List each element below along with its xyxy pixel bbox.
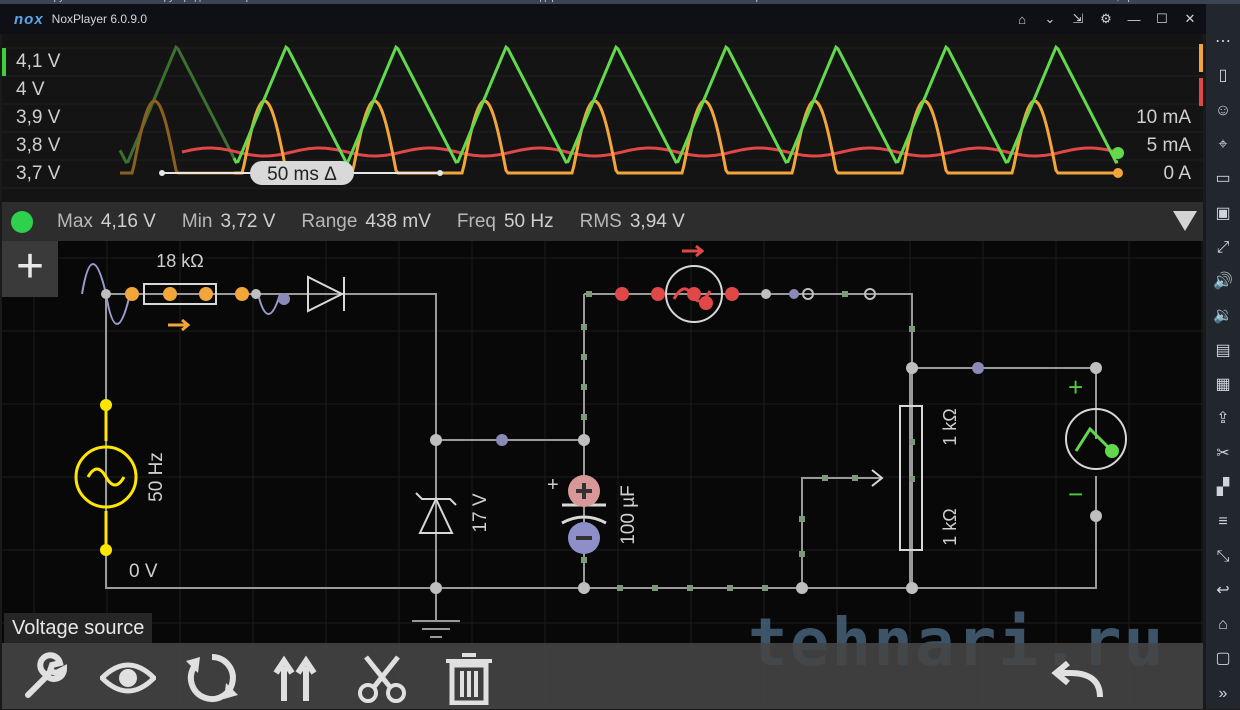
home-icon[interactable]: ⌂ <box>1014 12 1030 27</box>
pot-bottom-label: 1 kΩ <box>940 508 960 545</box>
capacitor-plus-label: + <box>547 474 559 496</box>
node-waveform <box>257 293 281 315</box>
multi-window-icon[interactable]: ▞ <box>1211 476 1235 500</box>
undo-icon[interactable] <box>1050 651 1106 705</box>
voltage-axis-label: 3,7 V <box>16 163 61 184</box>
capacitor-100uf[interactable]: + 100 µF <box>547 474 639 554</box>
browser-tab[interactable]: вность - шорум <box>0 0 71 3</box>
expand-icon[interactable]: » <box>1211 682 1235 706</box>
fullscreen-icon[interactable]: ⤢ <box>1211 236 1235 260</box>
screen-record-icon[interactable]: ▦ <box>1211 373 1235 397</box>
browser-tab[interactable]: О ЭЗУ описание, пр... <box>1040 0 1141 3</box>
source-ground-label: 0 V <box>129 561 158 582</box>
resistor-18k[interactable]: 18 kΩ <box>125 251 249 332</box>
toolbox-icon[interactable]: ▤ <box>1211 339 1235 363</box>
potentiometer[interactable]: 1 kΩ 1 kΩ <box>871 405 960 551</box>
chevron-down-icon[interactable]: ⌄ <box>1042 11 1058 27</box>
oscilloscope-panel[interactable]: 50 ms Δ 4,1 V 4 V 3,9 V 3,8 V 3,7 V 10 m… <box>2 34 1203 202</box>
current-axis-label: 5 mA <box>1146 135 1191 156</box>
menu-icon[interactable]: ≡ <box>1211 510 1235 534</box>
scissors-icon[interactable]: ✂ <box>1211 442 1235 466</box>
cut-icon[interactable] <box>354 651 410 705</box>
wires <box>105 293 1097 621</box>
rotate-icon[interactable] <box>184 651 240 705</box>
voltage-axis-label: 4,1 V <box>16 51 61 72</box>
close-icon[interactable]: ✕ <box>1182 11 1198 27</box>
minimize-icon[interactable]: — <box>1126 12 1142 27</box>
resistor-label: 18 kΩ <box>156 251 203 271</box>
current-trace-end-dot <box>1113 168 1123 178</box>
window-title: NoxPlayer 6.0.9.0 <box>51 12 148 26</box>
apk-icon[interactable]: ▣ <box>1211 202 1235 226</box>
recent-icon[interactable]: ▢ <box>1211 647 1235 671</box>
browser-tab[interactable]: Активные темы <box>330 0 402 3</box>
stat-freq: Freq 50 Hz <box>456 210 554 232</box>
voltage-trace <box>232 44 1119 164</box>
maximize-icon[interactable]: ☐ <box>1154 11 1170 27</box>
wrench-icon[interactable] <box>18 651 74 705</box>
phone-icon[interactable]: ▯ <box>1211 64 1235 88</box>
keyboard-icon[interactable]: ▭ <box>1211 167 1235 191</box>
stat-max: Max 4,16 V <box>57 210 156 232</box>
current-direction-arrow <box>168 318 191 332</box>
volume-up-icon[interactable]: 🔊 <box>1211 270 1235 294</box>
timebase-start-dot <box>159 170 165 176</box>
scope-stats-bar: Max 4,16 V Min 3,72 V Range 438 mV Freq 50 H… <box>2 202 1203 241</box>
current-channel-marker <box>1199 44 1203 72</box>
apk-install-icon[interactable]: ⇪ <box>1211 407 1235 431</box>
home-icon[interactable]: ⌂ <box>1211 613 1235 637</box>
voltage-source[interactable]: 50 Hz 0 V <box>74 399 167 582</box>
more-icon[interactable]: ⋯ <box>1211 30 1235 54</box>
current-flow-dots <box>581 291 915 591</box>
meter-plus-label: + <box>1068 372 1083 402</box>
collapse-scope-icon[interactable] <box>1173 211 1197 231</box>
browser-tab[interactable]: доработка обычного з... <box>540 0 651 3</box>
robot-icon[interactable]: ☺ <box>1211 99 1235 123</box>
voltage-axis-label: 3,9 V <box>16 107 61 128</box>
voltage-trace-end-dot <box>1112 147 1124 159</box>
zener-voltage-label: 17 V <box>470 493 491 532</box>
diode[interactable] <box>292 275 346 313</box>
probe-status-dot[interactable] <box>11 210 33 233</box>
location-icon[interactable]: ⌖ <box>1211 133 1235 157</box>
stat-rms: RMS 3,94 V <box>579 210 685 232</box>
meter-minus-label: − <box>1068 479 1083 509</box>
stat-range: Range 438 mV <box>301 210 431 232</box>
add-component-button[interactable]: + <box>2 241 58 297</box>
voltage-channel-marker <box>2 48 6 76</box>
browser-tab[interactable]: шорум радиокот › вар <box>150 0 251 3</box>
current-probe[interactable] <box>615 244 739 323</box>
shake-icon[interactable]: ⤡ <box>1211 545 1235 569</box>
voltage-axis-label: 3,8 V <box>16 135 61 156</box>
ripple-trace <box>181 146 1119 158</box>
source-frequency-label: 50 Hz <box>146 452 167 502</box>
gear-icon[interactable]: ⚙ <box>1098 11 1114 27</box>
emulator-sidebar: ⋯ ▯ ☺ ⌖ ▭ ▣ ⤢ 🔊 🔉 ▤ ▦ ⇪ ✂ ▞ ≡ ⤡ ↩ ⌂ ▢ » <box>1206 4 1240 709</box>
back-icon[interactable]: ↩ <box>1211 579 1235 603</box>
timebase-end-dot <box>437 170 443 176</box>
volume-down-icon[interactable]: 🔉 <box>1211 304 1235 328</box>
component-toolbar <box>2 643 1203 709</box>
eye-icon[interactable] <box>98 651 158 705</box>
current-axis-label: 0 A <box>1163 163 1191 184</box>
scope-graph: 50 ms Δ <box>2 44 1203 189</box>
timebase-label: 50 ms Δ <box>267 164 337 185</box>
zener-diode[interactable]: 17 V <box>415 492 491 534</box>
selected-component-label: Voltage source <box>4 613 153 643</box>
current-axis-label: 10 mA <box>1136 107 1191 128</box>
pot-top-label: 1 kΩ <box>940 408 960 445</box>
current-direction-arrow <box>682 244 705 258</box>
stat-min: Min 3,72 V <box>181 210 276 232</box>
pin-icon[interactable]: ⇲ <box>1070 11 1086 27</box>
voltage-axis-label: 4 V <box>16 79 45 100</box>
emulator-title-bar: nox NoxPlayer 6.0.9.0 ⌂ ⌄ ⇲ ⚙ — ☐ ✕ <box>0 4 1206 34</box>
trash-icon[interactable] <box>442 651 498 706</box>
browser-tab[interactable]: экспорт <box>730 0 766 3</box>
flip-icon[interactable] <box>270 651 326 705</box>
capacitor-label: 100 µF <box>618 485 639 545</box>
ripple-channel-marker <box>1199 78 1203 106</box>
nox-logo: nox <box>14 10 44 28</box>
